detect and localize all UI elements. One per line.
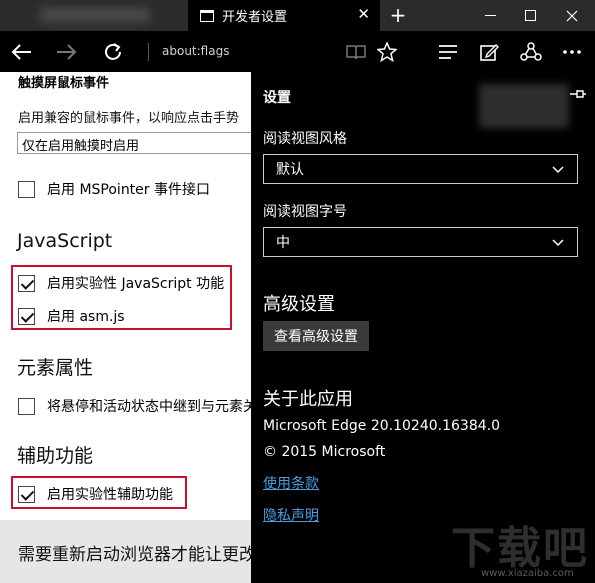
experimental-js-label: 启用实验性 JavaScript 功能: [47, 276, 225, 292]
watermark-logo: 下载吧: [451, 523, 589, 574]
advanced-settings-heading: 高级设置: [263, 294, 335, 315]
restart-notice-text: 需要重新启动浏览器才能让更改生效: [18, 545, 251, 565]
experimental-js-checkbox[interactable]: [18, 274, 35, 292]
experimental-a11y-checkbox[interactable]: [18, 485, 35, 503]
chevron-down-icon: [552, 166, 564, 174]
mspointer-option[interactable]: 启用 MSPointer 事件接口: [18, 179, 210, 199]
tab-active[interactable]: 开发者设置 ✕: [188, 0, 380, 31]
share-icon: [520, 41, 542, 61]
copyright-text: © 2015 Microsoft: [263, 444, 386, 460]
privacy-statement-link[interactable]: 隐私声明: [263, 505, 319, 525]
maximize-button[interactable]: [510, 0, 550, 31]
share-button[interactable]: [518, 31, 544, 72]
mouse-events-description: 启用兼容的鼠标事件，以响应点击手势: [18, 111, 240, 126]
address-bar[interactable]: about:flags: [162, 44, 229, 58]
hover-relay-option[interactable]: 将悬停和活动状态中继到与元素关联: [18, 396, 251, 416]
touch-mouse-heading: 触摸屏鼠标事件: [18, 76, 110, 91]
reading-font-select[interactable]: 中: [263, 227, 578, 257]
javascript-heading: JavaScript: [17, 230, 113, 252]
terms-of-use-link[interactable]: 使用条款: [263, 473, 319, 493]
pen-note-icon: [480, 43, 499, 61]
reading-font-value: 中: [276, 235, 290, 251]
star-icon: [377, 41, 397, 62]
element-properties-heading: 元素属性: [17, 357, 94, 379]
asmjs-label: 启用 asm.js: [47, 309, 125, 325]
hover-relay-checkbox[interactable]: [18, 397, 35, 415]
favorite-button[interactable]: [375, 31, 399, 72]
watermark-url: www.xiazaiba.com: [481, 568, 574, 579]
view-advanced-settings-button[interactable]: 查看高级设置: [263, 321, 369, 351]
title-bar: 开发者设置 ✕ +: [0, 0, 595, 31]
new-tab-button[interactable]: +: [388, 3, 408, 27]
reading-view-button[interactable]: [344, 31, 368, 72]
asmjs-checkbox[interactable]: [18, 307, 35, 325]
experimental-a11y-option[interactable]: 启用实验性辅助功能: [18, 484, 173, 504]
chevron-down-icon: [552, 239, 564, 247]
experimental-a11y-label: 启用实验性辅助功能: [47, 487, 173, 503]
tab-title: 开发者设置: [222, 10, 288, 25]
reading-style-select[interactable]: 默认: [263, 154, 578, 184]
experimental-js-option[interactable]: 启用实验性 JavaScript 功能: [18, 273, 224, 293]
navigation-toolbar: about:flags: [0, 31, 595, 72]
previous-tab[interactable]: [0, 0, 188, 31]
forward-button[interactable]: [52, 31, 82, 72]
asmjs-option[interactable]: 启用 asm.js: [18, 306, 125, 326]
accessibility-heading: 辅助功能: [17, 445, 94, 467]
more-dots-icon: [563, 49, 581, 54]
minimize-icon: [484, 15, 496, 16]
forward-arrow-icon: [57, 43, 77, 60]
settings-title: 设置: [263, 90, 291, 106]
refresh-icon: [105, 42, 121, 60]
settings-pane: 设置 阅读视图风格 默认 阅读视图字号 中 高级设置 查看高级设置 关于此应用 …: [251, 72, 595, 583]
close-tab-icon[interactable]: ✕: [357, 7, 370, 22]
close-icon: [566, 10, 578, 21]
mspointer-checkbox[interactable]: [18, 180, 35, 198]
mspointer-label: 启用 MSPointer 事件接口: [47, 182, 210, 198]
reading-font-label: 阅读视图字号: [263, 204, 347, 220]
restart-notice-bar: 需要重新启动浏览器才能让更改生效: [0, 520, 251, 583]
about-app-heading: 关于此应用: [263, 389, 353, 410]
reading-style-value: 默认: [276, 162, 304, 178]
refresh-button[interactable]: [98, 31, 128, 72]
pin-icon[interactable]: [569, 88, 587, 100]
hub-icon: [439, 44, 457, 59]
book-icon: [346, 44, 366, 59]
reading-style-label: 阅读视图风格: [263, 131, 347, 147]
previous-tab-blurred-title: [40, 8, 150, 22]
maximize-icon: [524, 10, 536, 21]
hover-relay-label: 将悬停和活动状态中继到与元素关联: [47, 399, 251, 415]
web-note-button[interactable]: [477, 31, 501, 72]
flags-page: 触摸屏鼠标事件 启用兼容的鼠标事件，以响应点击手势 仅在启用触摸时启用 启用 M…: [0, 72, 251, 583]
more-button[interactable]: [560, 31, 584, 72]
close-window-button[interactable]: [552, 0, 592, 31]
blurred-region: [479, 84, 569, 128]
minimize-button[interactable]: [470, 0, 510, 31]
back-button[interactable]: [6, 31, 36, 72]
version-text: Microsoft Edge 20.10240.16384.0: [263, 418, 500, 434]
toolbar-divider: [148, 43, 149, 61]
page-icon: [200, 9, 214, 22]
mouse-events-select[interactable]: 仅在启用触摸时启用: [17, 132, 251, 154]
back-arrow-icon: [11, 43, 31, 60]
hub-button[interactable]: [436, 31, 460, 72]
